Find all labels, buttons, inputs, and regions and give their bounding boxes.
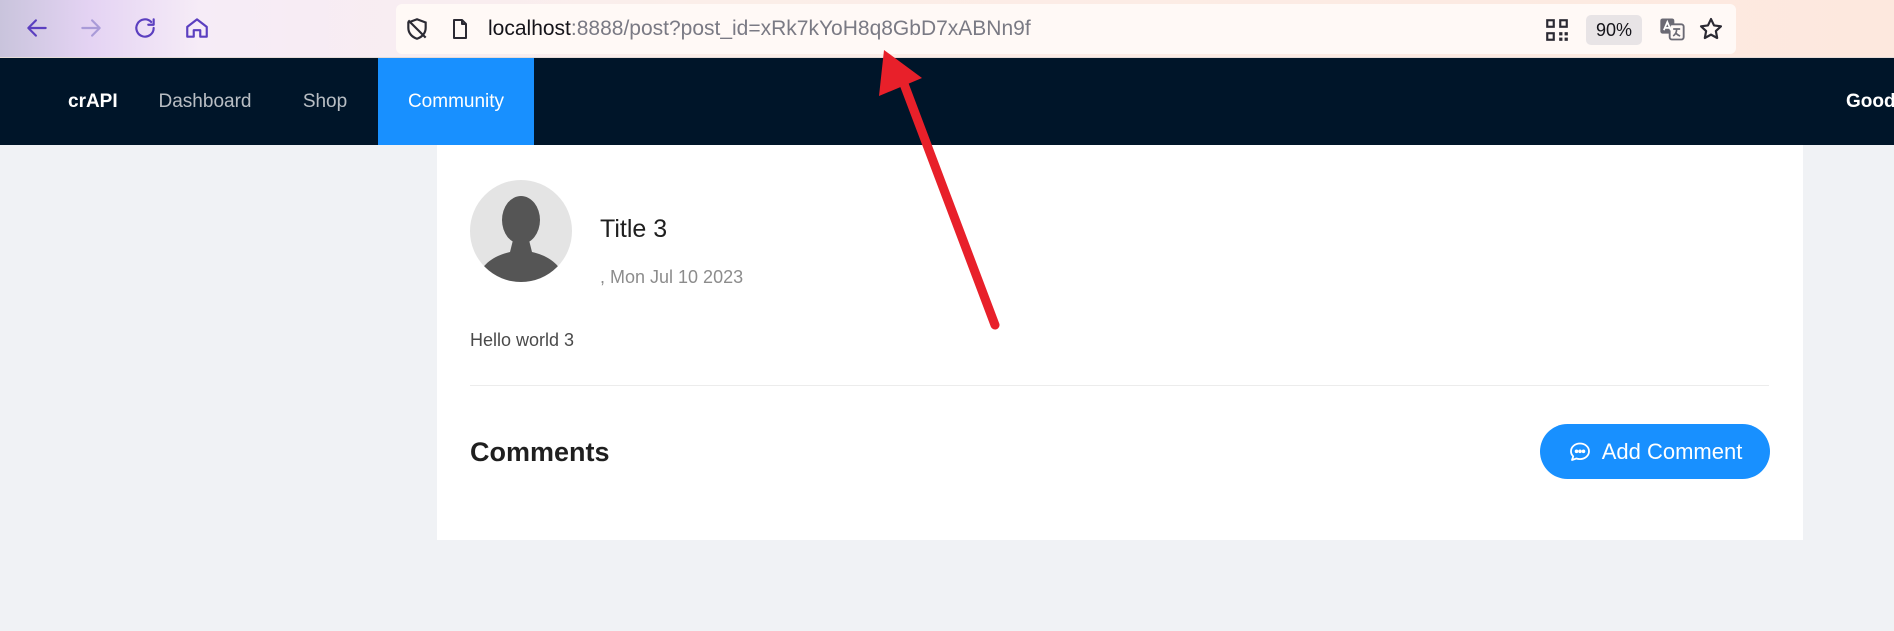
zoom-level-badge[interactable]: 90% bbox=[1586, 15, 1642, 45]
avatar bbox=[470, 180, 572, 282]
app-header: crAPI Dashboard Shop Community Good bbox=[0, 58, 1894, 145]
browser-toolbar: localhost:8888/post?post_id=xRk7kYoH8q8G… bbox=[0, 0, 1894, 58]
home-icon bbox=[186, 18, 208, 38]
home-button[interactable] bbox=[180, 10, 214, 46]
page-info-icon[interactable] bbox=[448, 17, 472, 41]
divider bbox=[470, 385, 1769, 386]
comments-heading: Comments bbox=[470, 437, 610, 467]
post-body: Hello world 3 bbox=[470, 330, 575, 350]
bookmark-star-icon[interactable] bbox=[1698, 16, 1724, 42]
post-title: Title 3 bbox=[600, 215, 668, 243]
url-text[interactable]: localhost:8888/post?post_id=xRk7kYoH8q8G… bbox=[488, 17, 1031, 41]
arrow-left-icon bbox=[27, 19, 47, 37]
reload-button[interactable] bbox=[128, 10, 162, 46]
nav-dashboard[interactable]: Dashboard bbox=[138, 58, 272, 145]
comment-icon bbox=[1569, 442, 1590, 461]
qr-code-icon[interactable] bbox=[1544, 17, 1570, 43]
nav-community[interactable]: Community bbox=[378, 58, 534, 145]
user-greeting[interactable]: Good bbox=[1846, 58, 1894, 145]
url-host: localhost bbox=[488, 17, 571, 40]
arrow-right-icon bbox=[81, 19, 101, 37]
post-card: Title 3 , Mon Jul 10 2023 Hello world 3 … bbox=[437, 145, 1803, 540]
forward-button[interactable] bbox=[74, 10, 108, 46]
post-date: , Mon Jul 10 2023 bbox=[600, 267, 744, 287]
add-comment-button[interactable]: Add Comment bbox=[1540, 424, 1770, 479]
reload-icon bbox=[135, 18, 155, 38]
user-silhouette-icon bbox=[476, 196, 566, 282]
add-comment-label: Add Comment bbox=[1601, 438, 1743, 464]
nav-shop[interactable]: Shop bbox=[272, 58, 378, 145]
address-bar[interactable]: localhost:8888/post?post_id=xRk7kYoH8q8G… bbox=[396, 4, 1736, 54]
brand-logo[interactable]: crAPI bbox=[68, 58, 118, 145]
back-button[interactable] bbox=[20, 10, 54, 46]
url-path: :8888/post?post_id=xRk7kYoH8q8GbD7xABNn9… bbox=[570, 17, 1031, 40]
translate-icon[interactable] bbox=[1658, 15, 1686, 43]
tracking-protection-icon[interactable] bbox=[404, 16, 430, 42]
